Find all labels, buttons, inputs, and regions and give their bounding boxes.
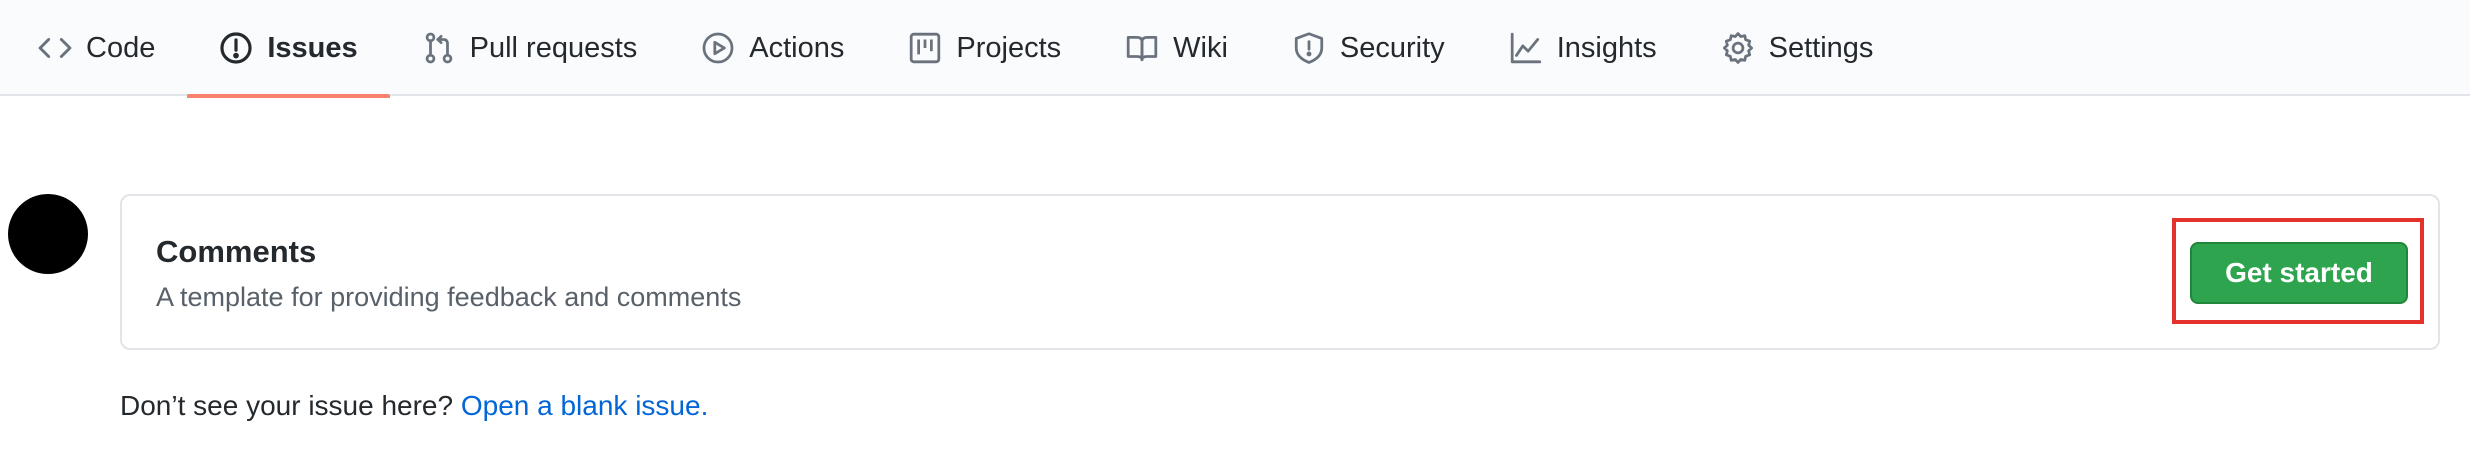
open-blank-issue-link[interactable]: Open a blank issue. bbox=[461, 390, 709, 421]
template-title: Comments bbox=[156, 234, 317, 269]
blank-issue-text: Don’t see your issue here? bbox=[120, 390, 454, 421]
tab-insights[interactable]: Insights bbox=[1477, 0, 1689, 96]
tab-label: Security bbox=[1339, 31, 1445, 64]
shield-icon bbox=[1292, 31, 1326, 65]
repo-nav-bar: Code Issues Pull requests Actions Projec… bbox=[0, 0, 2470, 98]
tab-label: Actions bbox=[749, 31, 845, 64]
tab-actions[interactable]: Actions bbox=[669, 0, 876, 96]
tab-projects[interactable]: Projects bbox=[876, 0, 1093, 96]
issue-template-chooser-page: Code Issues Pull requests Actions Projec… bbox=[0, 0, 2470, 470]
tab-label: Issues bbox=[267, 31, 358, 64]
tab-label: Projects bbox=[956, 31, 1062, 64]
tab-pull-requests[interactable]: Pull requests bbox=[390, 0, 670, 96]
tab-security[interactable]: Security bbox=[1260, 0, 1477, 96]
graph-icon bbox=[1509, 31, 1543, 65]
tab-wiki[interactable]: Wiki bbox=[1093, 0, 1260, 96]
book-icon bbox=[1125, 31, 1159, 65]
git-pull-request-icon bbox=[422, 31, 456, 65]
play-icon bbox=[701, 31, 735, 65]
tab-label: Insights bbox=[1556, 31, 1657, 64]
tab-label: Code bbox=[86, 31, 156, 64]
gear-icon bbox=[1721, 31, 1755, 65]
tab-label: Pull requests bbox=[469, 31, 638, 64]
avatar bbox=[8, 194, 88, 274]
get-started-button[interactable]: Get started bbox=[2190, 242, 2408, 304]
tab-code[interactable]: Code bbox=[38, 0, 187, 96]
project-icon bbox=[908, 31, 942, 65]
tab-settings[interactable]: Settings bbox=[1689, 0, 1906, 96]
template-description: A template for providing feedback and co… bbox=[156, 282, 742, 312]
code-icon bbox=[38, 31, 72, 65]
issue-opened-icon bbox=[219, 31, 253, 65]
tab-label: Settings bbox=[1768, 31, 1874, 64]
issue-template-card: Comments A template for providing feedba… bbox=[120, 194, 2440, 350]
tab-issues[interactable]: Issues bbox=[187, 0, 390, 98]
tab-label: Wiki bbox=[1173, 31, 1228, 64]
repo-tabs: Code Issues Pull requests Actions Projec… bbox=[38, 0, 1906, 98]
blank-issue-prompt: Don’t see your issue here? Open a blank … bbox=[120, 390, 708, 422]
